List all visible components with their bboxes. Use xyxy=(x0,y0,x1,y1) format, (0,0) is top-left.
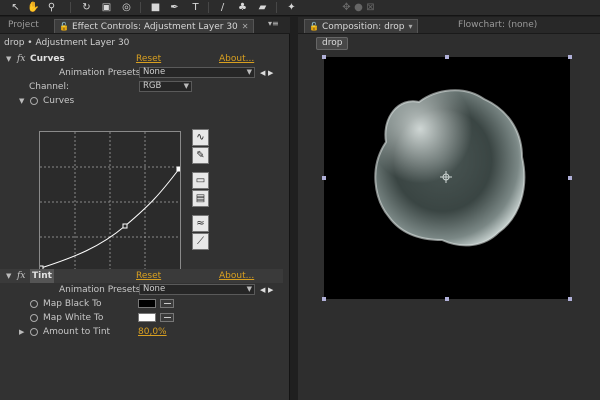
layer-handle[interactable] xyxy=(445,297,449,301)
tab-flowchart[interactable]: Flowchart: (none) xyxy=(454,19,541,33)
lock-icon[interactable]: 🔓 xyxy=(309,20,319,33)
tab-effect-controls[interactable]: 🔓 Effect Controls: Adjustment Layer 30 ✕ xyxy=(54,19,254,33)
stopwatch-icon[interactable] xyxy=(30,300,38,308)
fx-icon[interactable]: fx xyxy=(17,52,25,66)
tint-presets-dropdown[interactable]: None ▼ xyxy=(139,284,255,295)
reset-linear-icon[interactable]: ⟋ xyxy=(192,233,209,250)
curves-property-row: ▼ Curves xyxy=(0,94,283,108)
animation-presets-label: Animation Presets: xyxy=(59,285,144,295)
left-panel-tabs: Project 🔓 Effect Controls: Adjustment Lay… xyxy=(0,17,290,34)
previous-preset-icon[interactable]: ◀ xyxy=(260,66,265,80)
hand-tool-icon[interactable]: ✋ xyxy=(27,1,40,14)
camera-tool-icon[interactable]: ▣ xyxy=(100,1,113,14)
map-white-row: Map White To xyxy=(0,311,283,325)
layer-handle[interactable] xyxy=(322,297,326,301)
amount-to-tint-value[interactable]: 80,0% xyxy=(138,325,167,339)
tint-presets-row: Animation Presets: None ▼ ◀ ▶ xyxy=(0,283,283,297)
pencil-tool-icon[interactable]: ✎ xyxy=(192,147,209,164)
expand-triangle-icon[interactable]: ▶ xyxy=(19,325,24,339)
right-panel-tabs: 🔓 Composition: drop ▾ Flowchart: (none) xyxy=(298,17,600,34)
map-black-label: Map Black To xyxy=(43,299,102,309)
curve-point-end xyxy=(176,166,182,172)
clone-stamp-tool-icon[interactable]: ♣ xyxy=(236,1,249,14)
curves-channel-row: Channel: RGB ▼ xyxy=(0,80,283,94)
composition-panel: 🔓 Composition: drop ▾ Flowchart: (none) dr… xyxy=(298,17,600,400)
lock-icon[interactable]: 🔓 xyxy=(59,20,69,33)
amount-to-tint-row: ▶ Amount to Tint 80,0% xyxy=(0,325,283,339)
curves-property-label: Curves xyxy=(43,96,75,106)
composition-viewer[interactable] xyxy=(324,57,570,299)
expand-triangle-icon[interactable]: ▼ xyxy=(6,52,11,66)
rectangle-tool-icon[interactable]: ■ xyxy=(149,1,162,14)
curves-about-link[interactable]: About... xyxy=(219,52,254,66)
previous-preset-icon[interactable]: ◀ xyxy=(260,283,265,297)
channel-dropdown[interactable]: RGB ▼ xyxy=(139,81,192,92)
tint-about-link[interactable]: About... xyxy=(219,269,254,283)
curve-canvas[interactable] xyxy=(38,132,182,272)
puppet-tool-icon[interactable]: ✦ xyxy=(285,1,298,14)
pan-behind-tool-icon[interactable]: ◎ xyxy=(120,1,133,14)
eyedropper-icon[interactable] xyxy=(160,299,174,308)
fx-icon[interactable]: fx xyxy=(17,269,25,283)
panel-divider[interactable] xyxy=(291,17,298,400)
composition-subtab[interactable]: drop xyxy=(316,37,349,50)
smooth-curve-icon[interactable]: ≈ xyxy=(192,215,209,232)
curves-presets-dropdown[interactable]: None ▼ xyxy=(139,67,255,78)
layer-handle[interactable] xyxy=(568,55,572,59)
expand-triangle-icon[interactable]: ▼ xyxy=(19,94,24,108)
view-axis-icon[interactable]: ⊠ xyxy=(364,1,377,14)
drop-shape-render xyxy=(374,89,526,247)
open-folder-icon[interactable]: ▭ xyxy=(192,172,209,189)
type-tool-icon[interactable]: T xyxy=(189,1,202,14)
curves-effect-name: Curves xyxy=(30,54,65,64)
stopwatch-icon[interactable] xyxy=(30,314,38,322)
zoom-tool-icon[interactable]: ⚲ xyxy=(45,1,58,14)
effect-controls-panel: Project 🔓 Effect Controls: Adjustment Lay… xyxy=(0,17,290,400)
tools-toolbar: ↖ ✋ ⚲ ↻ ▣ ◎ ■ ✒ T / ♣ ▰ ✦ ✥ ● ⊠ xyxy=(0,0,600,16)
curves-presets-row: Animation Presets: None ▼ ◀ ▶ xyxy=(0,66,283,80)
breadcrumb: drop • Adjustment Layer 30 xyxy=(4,38,130,48)
curve-point-mid xyxy=(122,223,128,229)
layer-handle[interactable] xyxy=(445,55,449,59)
tint-effect-name: Tint xyxy=(30,269,54,283)
tint-reset-link[interactable]: Reset xyxy=(136,269,161,283)
eraser-tool-icon[interactable]: ▰ xyxy=(256,1,269,14)
layer-handle[interactable] xyxy=(568,176,572,180)
next-preset-icon[interactable]: ▶ xyxy=(268,283,273,297)
pen-tool-icon[interactable]: ✒ xyxy=(168,1,181,14)
curves-reset-link[interactable]: Reset xyxy=(136,52,161,66)
amount-to-tint-label: Amount to Tint xyxy=(43,327,111,337)
eyedropper-icon[interactable] xyxy=(160,313,174,322)
bezier-curve-icon[interactable]: ∿ xyxy=(192,129,209,146)
tint-effect-header[interactable]: ▼ fx Tint Reset About... xyxy=(0,269,283,283)
chevron-down-icon: ▼ xyxy=(246,68,252,76)
layer-handle[interactable] xyxy=(322,176,326,180)
expand-triangle-icon[interactable]: ▼ xyxy=(6,269,11,283)
chevron-down-icon: ▼ xyxy=(246,285,252,293)
next-preset-icon[interactable]: ▶ xyxy=(268,66,273,80)
rotate-tool-icon[interactable]: ↻ xyxy=(80,1,93,14)
panel-menu-icon[interactable]: ▾≡ xyxy=(268,19,279,28)
curves-effect-header[interactable]: ▼ fx Curves Reset About... xyxy=(0,52,283,66)
map-black-row: Map Black To xyxy=(0,297,283,311)
layer-handle[interactable] xyxy=(568,297,572,301)
selection-tool-icon[interactable]: ↖ xyxy=(9,1,22,14)
map-black-swatch[interactable] xyxy=(138,299,156,308)
map-white-label: Map White To xyxy=(43,313,104,323)
save-disk-icon[interactable]: ▤ xyxy=(192,190,209,207)
map-white-swatch[interactable] xyxy=(138,313,156,322)
stopwatch-icon[interactable] xyxy=(30,328,38,336)
brush-tool-icon[interactable]: / xyxy=(216,1,229,14)
close-icon[interactable]: ✕ xyxy=(242,22,249,31)
tab-project[interactable]: Project xyxy=(4,19,43,33)
layer-handle[interactable] xyxy=(322,55,326,59)
animation-presets-label: Animation Presets: xyxy=(59,68,144,78)
tab-composition[interactable]: 🔓 Composition: drop ▾ xyxy=(304,19,418,33)
close-icon[interactable]: ▾ xyxy=(409,22,413,31)
chevron-down-icon: ▼ xyxy=(183,82,189,90)
stopwatch-icon[interactable] xyxy=(30,97,38,105)
curves-graph[interactable] xyxy=(38,131,182,273)
channel-label: Channel: xyxy=(29,82,69,92)
